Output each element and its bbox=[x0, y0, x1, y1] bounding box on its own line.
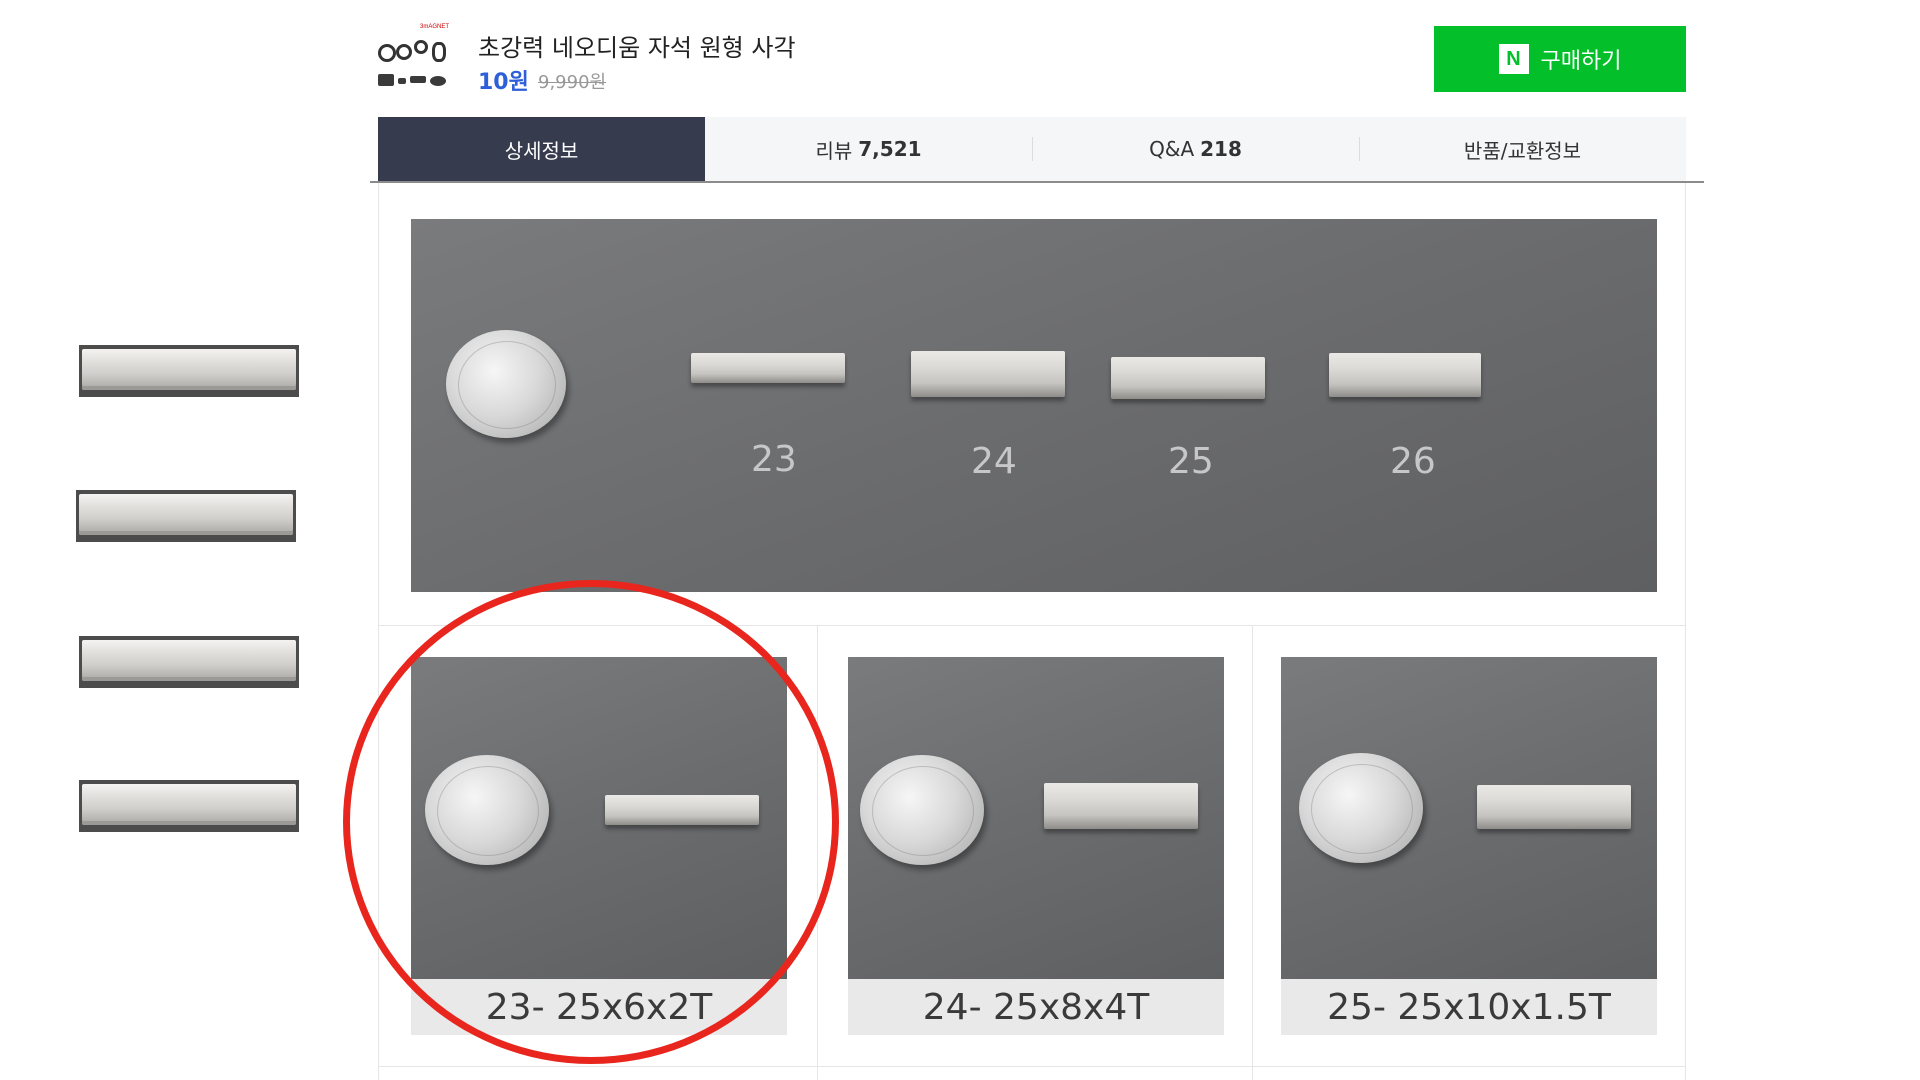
photo-label-23: 23 bbox=[751, 439, 797, 480]
tab-reviews-label: 리뷰 bbox=[815, 138, 853, 163]
grid-line-bottom bbox=[378, 1066, 1686, 1067]
product-title[interactable]: 초강력 네오디움 자석 원형 사각 bbox=[478, 28, 796, 63]
coin-image bbox=[446, 330, 566, 438]
tab-qna-label: Q&A bbox=[1149, 137, 1195, 161]
tab-returns-label: 반품/교환정보 bbox=[1463, 138, 1582, 163]
product-thumbnail[interactable]: 3mAGNET bbox=[376, 22, 452, 94]
sale-price: 10원 bbox=[478, 70, 529, 95]
coin-image bbox=[425, 755, 549, 865]
detail-photo-23 bbox=[411, 657, 787, 979]
content-border-left bbox=[378, 183, 379, 1080]
photo-label-26: 26 bbox=[1390, 441, 1436, 482]
magnet-24 bbox=[1044, 783, 1198, 829]
tab-reviews-count: 7,521 bbox=[858, 137, 922, 161]
magnet-strip-1 bbox=[79, 345, 299, 397]
magnet-24 bbox=[911, 351, 1065, 397]
detail-caption-24: 24- 25x8x4T bbox=[848, 979, 1224, 1035]
tab-returns[interactable]: 반품/교환정보 bbox=[1359, 117, 1686, 181]
detail-caption-23: 23- 25x6x2T bbox=[411, 979, 787, 1035]
content-border-right bbox=[1685, 183, 1686, 1080]
magnet-26 bbox=[1329, 353, 1481, 397]
naver-pay-icon: N bbox=[1498, 44, 1529, 74]
detail-caption-25: 25- 25x10x1.5T bbox=[1281, 979, 1657, 1035]
photo-label-25: 25 bbox=[1168, 441, 1214, 482]
tab-reviews[interactable]: 리뷰 7,521 bbox=[705, 117, 1032, 181]
detail-tabs: 상세정보 리뷰 7,521 Q&A 218 반품/교환정보 bbox=[378, 117, 1686, 181]
tab-qna[interactable]: Q&A 218 bbox=[1032, 117, 1359, 181]
tab-detail-info-label: 상세정보 bbox=[504, 138, 579, 163]
coin-image bbox=[860, 755, 984, 865]
grid-divider-1 bbox=[817, 625, 818, 1080]
photo-label-24: 24 bbox=[971, 441, 1017, 482]
tab-detail-info[interactable]: 상세정보 bbox=[378, 117, 705, 181]
magnet-23 bbox=[691, 353, 845, 383]
magnet-25 bbox=[1111, 357, 1265, 399]
magnet-strip-2 bbox=[76, 490, 296, 542]
detail-photo-24 bbox=[848, 657, 1224, 979]
coin-image bbox=[1299, 753, 1423, 863]
buy-button[interactable]: N 구매하기 bbox=[1434, 26, 1686, 92]
magnet-strip-3 bbox=[79, 636, 299, 688]
thumbnail-brand-text: 3mAGNET bbox=[420, 24, 450, 30]
tab-divider bbox=[370, 181, 1704, 183]
overview-photo: 23 24 25 26 bbox=[411, 219, 1657, 592]
magnet-strip-4 bbox=[79, 780, 299, 832]
detail-photo-25 bbox=[1281, 657, 1657, 979]
original-price: 9,990원 bbox=[538, 72, 607, 93]
magnet-23 bbox=[605, 795, 759, 825]
buy-button-label: 구매하기 bbox=[1540, 48, 1622, 73]
tab-qna-count: 218 bbox=[1200, 137, 1242, 161]
magnet-25 bbox=[1477, 785, 1631, 829]
grid-divider-2 bbox=[1252, 625, 1253, 1080]
grid-line-top bbox=[378, 625, 1686, 626]
